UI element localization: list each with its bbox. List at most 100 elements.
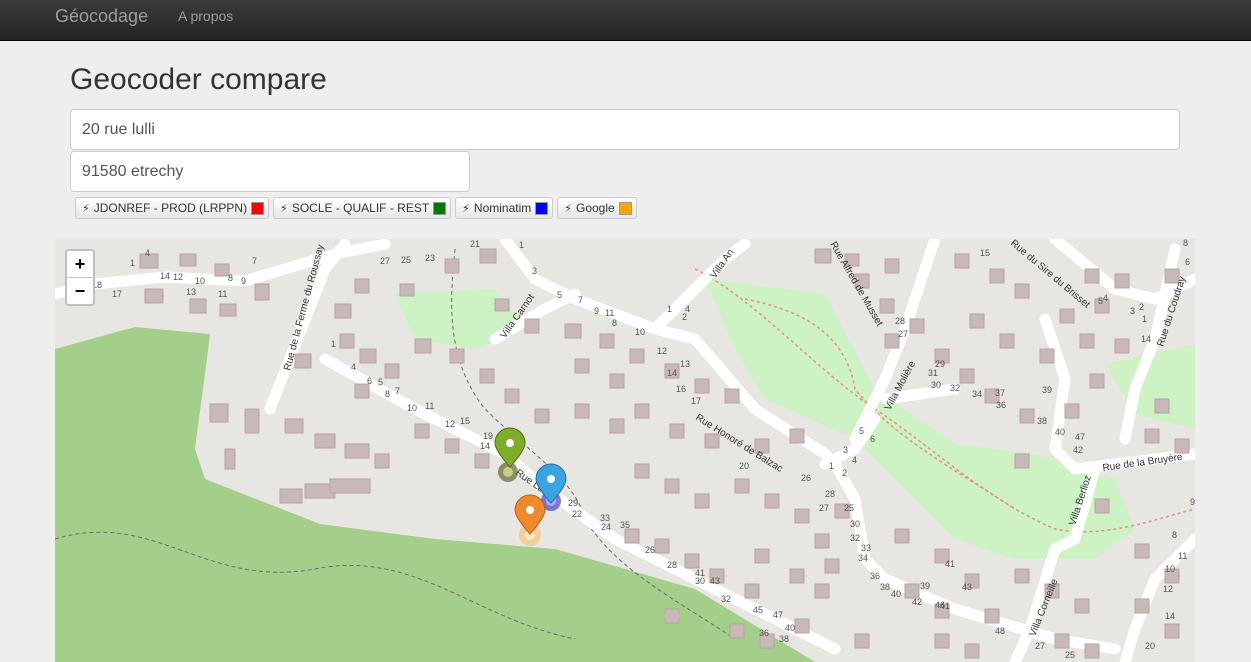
svg-text:35: 35 xyxy=(620,520,630,530)
svg-text:25: 25 xyxy=(401,255,411,265)
svg-text:30: 30 xyxy=(931,380,941,390)
svg-text:40: 40 xyxy=(785,623,795,633)
color-swatch xyxy=(618,201,632,215)
bolt-icon: ⚡ xyxy=(280,202,288,215)
geocoder-button-google[interactable]: ⚡ Google xyxy=(557,197,637,219)
svg-text:11: 11 xyxy=(1178,551,1187,561)
svg-text:37: 37 xyxy=(995,388,1005,398)
svg-text:13: 13 xyxy=(186,287,196,297)
svg-text:6: 6 xyxy=(870,434,875,444)
svg-text:45: 45 xyxy=(753,605,763,615)
svg-text:43: 43 xyxy=(710,576,720,586)
svg-text:8: 8 xyxy=(385,389,390,399)
svg-text:39: 39 xyxy=(920,581,930,591)
svg-text:1: 1 xyxy=(829,461,834,471)
svg-text:19: 19 xyxy=(483,431,493,441)
svg-text:25: 25 xyxy=(1065,650,1075,660)
svg-text:1: 1 xyxy=(667,304,672,314)
svg-text:34: 34 xyxy=(972,389,982,399)
address-input[interactable] xyxy=(70,109,1180,150)
svg-text:16: 16 xyxy=(676,384,686,394)
svg-text:27: 27 xyxy=(819,503,829,513)
geocoder-label: SOCLE - QUALIF - REST xyxy=(291,201,430,215)
svg-text:12: 12 xyxy=(657,346,667,356)
map[interactable]: 1 4 14 12 10 13 11 8 9 7 18 17 27 25 23 21 1 3 579 1… xyxy=(55,239,1195,662)
svg-text:25: 25 xyxy=(844,503,854,513)
geocoder-label: JDONREF - PROD (LRPPN) xyxy=(93,201,248,215)
svg-text:47: 47 xyxy=(1075,432,1085,442)
nav-link-about[interactable]: A propos xyxy=(178,8,233,24)
svg-text:12: 12 xyxy=(173,272,183,282)
svg-text:31: 31 xyxy=(928,368,938,378)
svg-text:32: 32 xyxy=(850,533,860,543)
svg-text:27: 27 xyxy=(898,329,908,339)
svg-text:12: 12 xyxy=(1163,584,1173,594)
svg-text:30: 30 xyxy=(850,519,860,529)
svg-text:9: 9 xyxy=(241,276,246,286)
svg-text:9: 9 xyxy=(594,306,599,316)
geocoder-button-jdonref[interactable]: ⚡ JDONREF - PROD (LRPPN) xyxy=(75,197,270,219)
bolt-icon: ⚡ xyxy=(462,202,470,215)
svg-text:26: 26 xyxy=(801,473,811,483)
bolt-icon: ⚡ xyxy=(82,202,90,215)
svg-text:11: 11 xyxy=(425,401,434,411)
svg-text:30: 30 xyxy=(695,576,705,586)
geocoder-buttons: ⚡ JDONREF - PROD (LRPPN) ⚡ SOCLE - QUALI… xyxy=(75,197,637,219)
svg-text:34: 34 xyxy=(858,553,868,563)
svg-text:8: 8 xyxy=(1183,239,1188,248)
zoom-control: + − xyxy=(65,249,95,306)
svg-text:1: 1 xyxy=(1142,314,1147,324)
geocoder-label: Nominatim xyxy=(473,201,532,215)
svg-text:10: 10 xyxy=(635,327,645,337)
svg-text:5: 5 xyxy=(378,377,383,387)
map-marker-icon[interactable] xyxy=(514,494,546,535)
svg-text:27: 27 xyxy=(1035,641,1045,651)
svg-text:26: 26 xyxy=(645,545,655,555)
svg-text:1: 1 xyxy=(130,258,135,268)
svg-text:14: 14 xyxy=(667,368,677,378)
svg-text:41: 41 xyxy=(940,601,950,611)
svg-text:43: 43 xyxy=(962,582,972,592)
svg-text:10: 10 xyxy=(1165,564,1175,574)
navbar: Géocodage A propos xyxy=(0,0,1251,41)
svg-text:48: 48 xyxy=(995,626,1005,636)
svg-text:3: 3 xyxy=(532,266,537,276)
svg-text:9: 9 xyxy=(1190,497,1195,507)
svg-text:21: 21 xyxy=(470,239,480,249)
brand-link[interactable]: Géocodage xyxy=(55,6,148,27)
street-label: Rue du Sire du Brisset xyxy=(1008,239,1092,311)
svg-text:41: 41 xyxy=(945,559,955,569)
svg-text:28: 28 xyxy=(895,316,905,326)
svg-text:15: 15 xyxy=(460,416,470,426)
bolt-icon: ⚡ xyxy=(564,202,572,215)
svg-text:14: 14 xyxy=(1141,334,1151,344)
svg-text:4: 4 xyxy=(1103,293,1108,303)
svg-text:32: 32 xyxy=(950,383,960,393)
map-tiles[interactable]: 1414 12 1013 118 9 71817 27 25 23 21 13 5 79 1… xyxy=(55,239,1195,662)
svg-text:3: 3 xyxy=(843,445,848,455)
svg-text:7: 7 xyxy=(252,256,257,266)
zoom-out-button[interactable]: − xyxy=(67,278,93,304)
svg-text:38: 38 xyxy=(880,582,890,592)
svg-text:15: 15 xyxy=(980,248,990,258)
svg-text:1: 1 xyxy=(331,339,336,349)
city-input[interactable] xyxy=(70,151,470,192)
svg-text:4: 4 xyxy=(351,362,356,372)
svg-text:14: 14 xyxy=(480,441,490,451)
color-swatch xyxy=(535,201,549,215)
geocoder-button-nominatim[interactable]: ⚡ Nominatim xyxy=(455,197,554,219)
svg-text:40: 40 xyxy=(891,589,901,599)
svg-text:14: 14 xyxy=(1165,611,1175,621)
svg-text:10: 10 xyxy=(407,403,417,413)
svg-text:20: 20 xyxy=(739,461,749,471)
svg-text:7: 7 xyxy=(395,386,400,396)
svg-text:2: 2 xyxy=(682,312,687,322)
svg-text:38: 38 xyxy=(1037,416,1047,426)
svg-text:14: 14 xyxy=(160,271,170,281)
svg-text:6: 6 xyxy=(367,376,372,386)
svg-text:3: 3 xyxy=(1130,306,1135,316)
svg-text:4: 4 xyxy=(145,248,150,258)
zoom-in-button[interactable]: + xyxy=(67,251,93,278)
svg-text:38: 38 xyxy=(779,634,789,644)
geocoder-button-socle[interactable]: ⚡ SOCLE - QUALIF - REST xyxy=(273,197,452,219)
